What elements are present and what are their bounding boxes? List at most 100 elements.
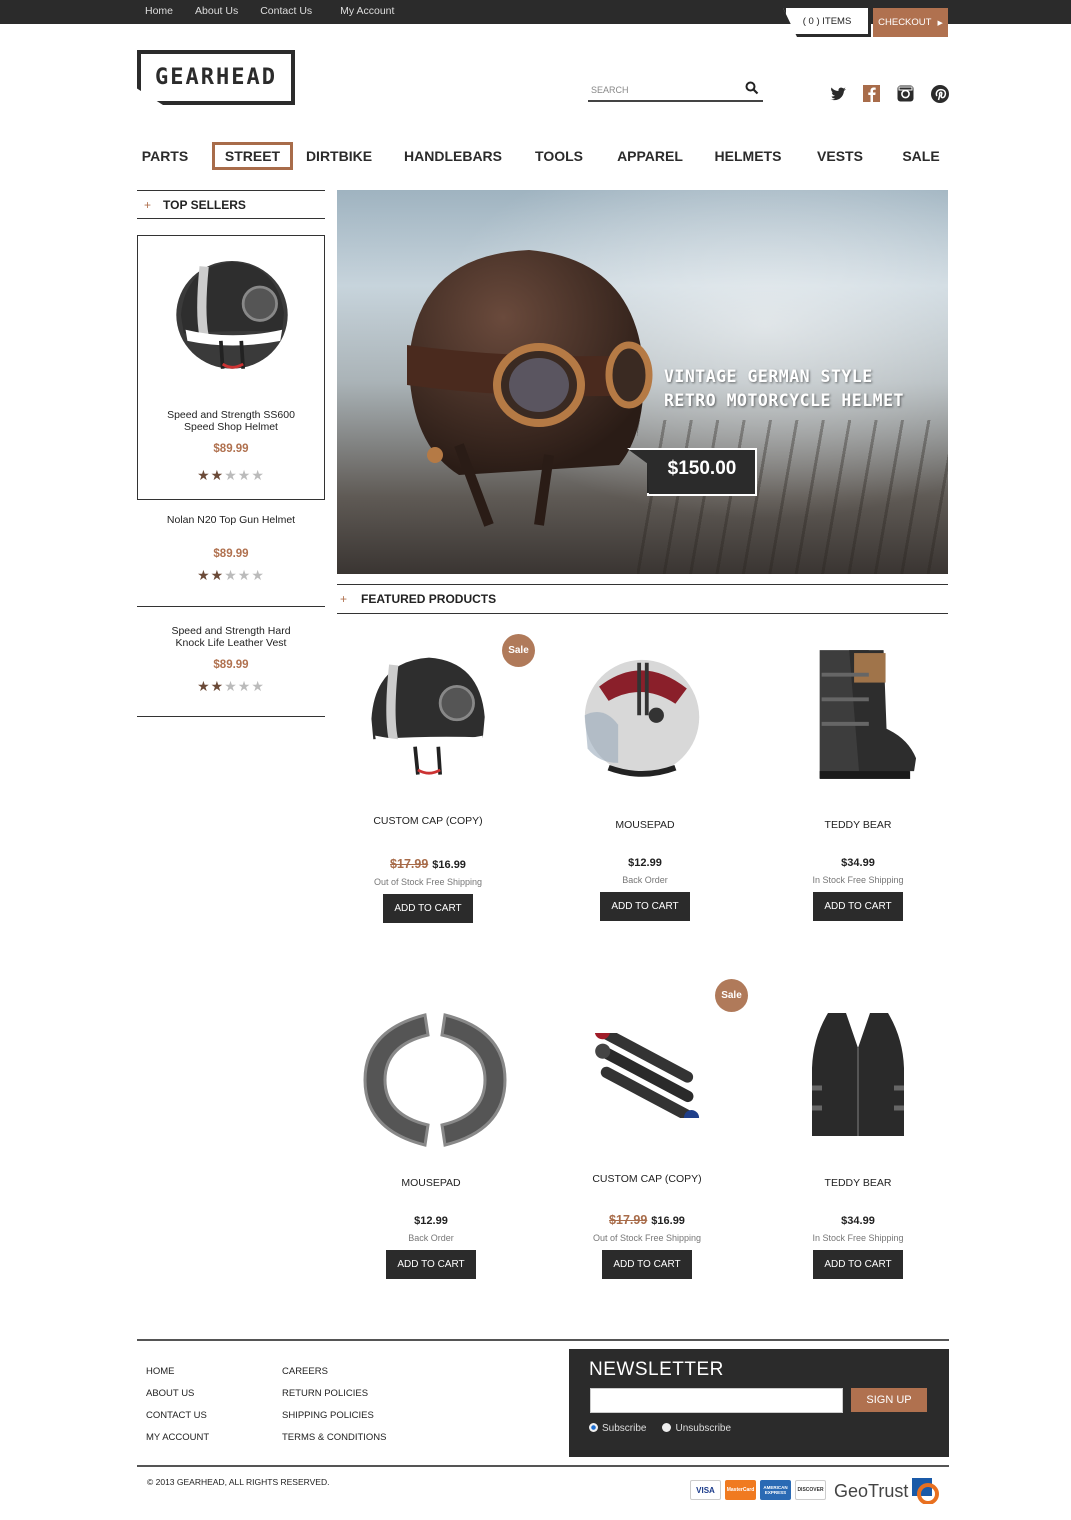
top-seller-card[interactable]: Speed and Strength SS600 Speed Shop Helm… xyxy=(137,235,325,500)
top-link-account[interactable]: My Account xyxy=(340,5,394,17)
mastercard-icon: MasterCard xyxy=(725,1480,756,1500)
nav-street[interactable]: STREET xyxy=(212,142,293,170)
nav-helmets[interactable]: HELMETS xyxy=(712,142,784,170)
featured-title: FEATURED PRODUCTS xyxy=(361,592,497,606)
rating-stars: ★★★★★ xyxy=(197,468,265,484)
arrow-right-icon: ▶ xyxy=(937,19,943,27)
footer-link-contact[interactable]: CONTACT US xyxy=(146,1410,207,1421)
newsletter-box: NEWSLETTER SIGN UP Subscribe Unsubscribe xyxy=(569,1349,949,1457)
product-image-helmet[interactable] xyxy=(364,652,494,782)
add-to-cart-button[interactable]: ADD TO CART xyxy=(383,894,473,923)
facebook-icon[interactable] xyxy=(862,84,882,104)
footer-link-account[interactable]: MY ACCOUNT xyxy=(146,1432,209,1443)
divider xyxy=(137,716,325,717)
footer-link-home[interactable]: HOME xyxy=(146,1366,175,1377)
nav-tools[interactable]: TOOLS xyxy=(532,142,586,170)
top-seller-item[interactable]: Speed and Strength Hard Knock Life Leath… xyxy=(137,625,325,695)
top-links: Home About Us Contact Us My Account xyxy=(145,5,416,17)
unsubscribe-label: Unsubscribe xyxy=(675,1423,732,1434)
product-price: $34.99 xyxy=(841,1215,875,1227)
plus-icon: + xyxy=(144,197,152,212)
stock-status: Back Order xyxy=(622,875,668,885)
nav-parts[interactable]: PARTS xyxy=(137,142,193,170)
footer-link-about[interactable]: ABOUT US xyxy=(146,1388,194,1399)
footer-link-terms[interactable]: TERMS & CONDITIONS xyxy=(282,1432,387,1443)
footer-link-careers[interactable]: CAREERS xyxy=(282,1366,328,1377)
nav-apparel[interactable]: APPAREL xyxy=(616,142,684,170)
search-input[interactable] xyxy=(588,79,728,101)
footer-links-col1: HOME ABOUT US CONTACT US MY ACCOUNT xyxy=(146,1366,209,1454)
stock-status: Out of Stock Free Shipping xyxy=(592,1233,702,1243)
product-name[interactable]: TEDDY BEAR xyxy=(758,819,958,831)
footer-link-shipping[interactable]: SHIPPING POLICIES xyxy=(282,1410,374,1421)
footer-links-col2: CAREERS RETURN POLICIES SHIPPING POLICIE… xyxy=(282,1366,387,1454)
product-price: $17.99 $16.99 xyxy=(547,1213,747,1227)
footer-link-return[interactable]: RETURN POLICIES xyxy=(282,1388,368,1399)
add-to-cart-button[interactable]: ADD TO CART xyxy=(813,1250,903,1279)
plus-icon: + xyxy=(340,592,348,606)
geotrust-seal[interactable]: GeoTrust xyxy=(834,1478,940,1504)
hero-banner[interactable]: VINTAGE GERMAN STYLE RETRO MOTORCYCLE HE… xyxy=(337,190,948,574)
subscribe-radio[interactable]: Subscribe xyxy=(589,1423,646,1434)
search-icon[interactable] xyxy=(745,81,759,95)
sidebar: + TOP SELLERS Speed and Strength SS600 S… xyxy=(137,190,325,717)
product-image-vest[interactable] xyxy=(808,1008,908,1143)
logo[interactable]: GEARHEAD xyxy=(137,50,295,105)
top-seller-name[interactable]: Speed and Strength SS600 Speed Shop Helm… xyxy=(138,409,324,433)
instagram-icon[interactable] xyxy=(896,84,916,104)
newsletter-title: NEWSLETTER xyxy=(589,1359,724,1380)
social-links xyxy=(828,84,950,104)
footer-bottom-divider xyxy=(137,1465,949,1467)
product-name[interactable]: CUSTOM CAP (COPY) xyxy=(328,815,528,827)
product-name: Nolan N20 Top Gun Helmet xyxy=(166,514,296,526)
unsubscribe-radio[interactable]: Unsubscribe xyxy=(662,1423,731,1434)
product-card: CUSTOM CAP (COPY) $17.99 $16.99 Out of St… xyxy=(547,1173,747,1279)
product-price: $12.99 xyxy=(414,1215,448,1227)
add-to-cart-button[interactable]: ADD TO CART xyxy=(813,892,903,921)
add-to-cart-button[interactable]: ADD TO CART xyxy=(600,892,690,921)
product-image-open-face-helmet[interactable] xyxy=(580,658,704,782)
divider xyxy=(137,606,325,607)
top-bar: Home About Us Contact Us My Account ( 0 … xyxy=(0,0,1071,37)
rating-stars: ★★★★★ xyxy=(197,679,265,695)
product-name[interactable]: CUSTOM CAP (COPY) xyxy=(547,1173,747,1185)
old-price: $17.99 xyxy=(390,857,429,871)
geotrust-label: GeoTrust xyxy=(834,1480,909,1501)
helmet-image[interactable] xyxy=(167,248,297,378)
cart-items-tab[interactable]: ( 0 ) ITEMS xyxy=(783,8,871,37)
nav-dirtbike[interactable]: DIRTBIKE xyxy=(303,142,375,170)
product-name[interactable]: MOUSEPAD xyxy=(545,819,745,831)
leather-helmet-image xyxy=(407,250,653,527)
top-seller-item[interactable]: Nolan N20 Top Gun Helmet $89.99 ★★★★★ xyxy=(137,514,325,584)
newsletter-email-input[interactable] xyxy=(590,1388,843,1413)
payment-methods: VISA MasterCard AMERICAN EXPRESS DISCOVE… xyxy=(690,1480,826,1500)
nav-handlebars[interactable]: HANDLEBARS xyxy=(403,142,503,170)
hero-headline-line1: VINTAGE GERMAN STYLE xyxy=(664,367,873,386)
checkout-button[interactable]: CHECKOUT ▶ xyxy=(873,8,948,37)
product-name[interactable]: TEDDY BEAR xyxy=(758,1177,958,1189)
radio-selected-icon xyxy=(589,1423,598,1432)
product-card: MOUSEPAD $12.99 Back Order ADD TO CART xyxy=(331,1177,531,1279)
product-price: $89.99 xyxy=(213,443,249,455)
product-name-line1: Speed and Strength SS600 xyxy=(167,409,295,421)
twitter-icon[interactable] xyxy=(828,84,848,104)
add-to-cart-button[interactable]: ADD TO CART xyxy=(602,1250,692,1279)
copyright: © 2013 GEARHEAD, ALL RIGHTS RESERVED. xyxy=(147,1477,330,1487)
top-link-home[interactable]: Home xyxy=(145,5,173,17)
sign-up-button[interactable]: SIGN UP xyxy=(851,1388,927,1412)
product-price: $89.99 xyxy=(213,548,249,560)
sale-price: $16.99 xyxy=(651,1215,685,1227)
add-to-cart-button[interactable]: ADD TO CART xyxy=(386,1250,476,1279)
product-image-grips[interactable] xyxy=(574,1033,719,1118)
nav-sale[interactable]: SALE xyxy=(901,142,941,170)
product-image-boots[interactable] xyxy=(800,644,918,789)
product-name-line1: Speed and Strength Hard xyxy=(171,625,291,637)
nav-vests[interactable]: VESTS xyxy=(815,142,865,170)
amex-icon: AMERICAN EXPRESS xyxy=(760,1480,791,1500)
product-card: CUSTOM CAP (COPY) $17.99 $16.99 Out of St… xyxy=(328,815,528,923)
pinterest-icon[interactable] xyxy=(930,84,950,104)
top-link-contact[interactable]: Contact Us xyxy=(260,5,312,17)
top-link-about[interactable]: About Us xyxy=(195,5,238,17)
product-image-brake-shoes[interactable] xyxy=(360,1010,510,1150)
product-name[interactable]: MOUSEPAD xyxy=(331,1177,531,1189)
